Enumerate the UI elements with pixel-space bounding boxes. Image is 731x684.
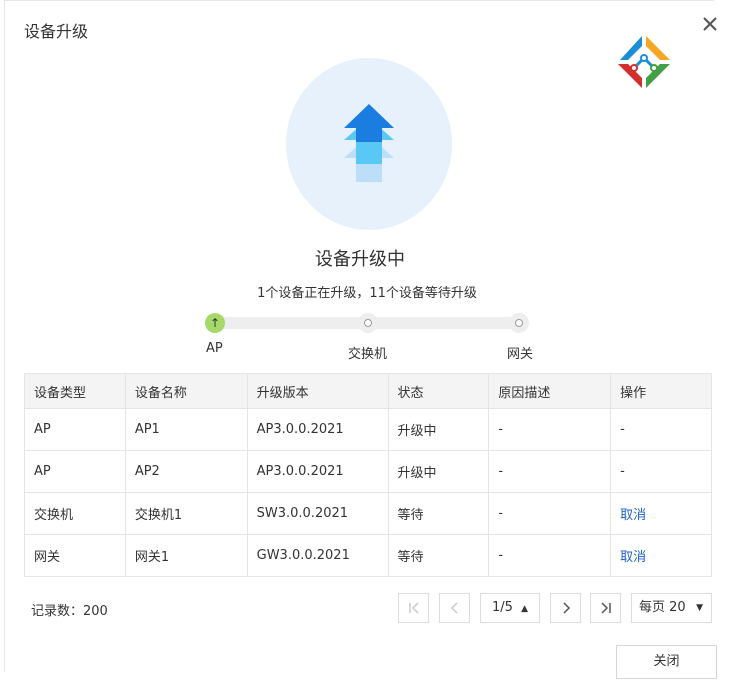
upgrade-dialog: 设备升级 设备升级中 1个设备正在升级，11个设备等待升级 ↑ AP 交换机 网… — [0, 0, 731, 684]
table-cell: - — [610, 408, 712, 451]
last-page-icon — [600, 602, 611, 614]
close-icon[interactable] — [700, 14, 720, 34]
table-cell: GW3.0.0.2021 — [246, 534, 389, 577]
table-row: 交换机 交换机1 SW3.0.0.2021 等待 - 取消 — [24, 492, 712, 535]
dialog-title: 设备升级 — [24, 22, 89, 41]
table-cell: SW3.0.0.2021 — [246, 492, 389, 535]
upgrade-status-title: 设备升级中 — [315, 249, 405, 270]
table-cell: 交换机 — [24, 492, 126, 535]
column-header: 原因描述 — [488, 373, 612, 409]
table-cell: 升级中 — [387, 450, 490, 493]
page-number: 1/5 — [492, 600, 513, 615]
brand-logo-icon — [612, 30, 676, 94]
cancel-link[interactable]: 取消 — [620, 508, 646, 523]
next-page-button[interactable] — [550, 593, 581, 623]
table-cell: - — [488, 534, 612, 577]
table-cell: AP3.0.0.2021 — [246, 408, 389, 451]
column-header: 升级版本 — [246, 373, 389, 409]
table-cell: AP2 — [124, 450, 248, 493]
table-cell: - — [488, 450, 612, 493]
table-cell: 等待 — [387, 492, 490, 535]
last-page-button[interactable] — [590, 593, 621, 623]
table-cell: - — [488, 492, 612, 535]
table-cell: 网关1 — [124, 534, 248, 577]
dialog-left-border — [4, 0, 5, 672]
table-cell: 网关 — [24, 534, 126, 577]
step-label-switch: 交换机 — [348, 347, 388, 362]
table-header-row: 设备类型 设备名称 升级版本 状态 原因描述 操作 — [24, 373, 712, 409]
table-cell: 等待 — [387, 534, 490, 577]
table-cell: AP — [24, 450, 126, 493]
table-cell: AP1 — [124, 408, 248, 451]
cancel-link[interactable]: 取消 — [620, 550, 646, 565]
table-cell: - — [488, 408, 612, 451]
step-gateway-dot — [509, 313, 529, 333]
step-label-ap: AP — [206, 341, 223, 356]
step-label-gateway: 网关 — [507, 347, 534, 362]
upgrade-hero-illustration — [286, 58, 452, 230]
table-cell: AP — [24, 408, 126, 451]
column-header: 设备名称 — [124, 373, 248, 409]
column-header: 设备类型 — [24, 373, 126, 409]
close-button[interactable]: 关闭 — [616, 645, 717, 679]
table-cell: AP3.0.0.2021 — [246, 450, 389, 493]
table-cell: 升级中 — [387, 408, 490, 451]
page-size-value: 每页 20 — [639, 600, 686, 615]
step-switch-dot — [358, 313, 378, 333]
table-cell: - — [610, 450, 712, 493]
table-row: AP AP2 AP3.0.0.2021 升级中 - - — [24, 450, 712, 493]
upgrade-arrow-icon — [344, 104, 394, 182]
table-row: AP AP1 AP3.0.0.2021 升级中 - - — [24, 408, 712, 451]
dialog-top-border — [4, 0, 714, 1]
page-size-select[interactable]: 每页 20 ▼ — [631, 593, 712, 623]
caret-up-icon: ▲ — [521, 604, 528, 614]
first-page-button[interactable] — [398, 593, 429, 623]
prev-page-button[interactable] — [439, 593, 470, 623]
device-table: 设备类型 设备名称 升级版本 状态 原因描述 操作 AP AP1 AP3.0.0… — [24, 373, 712, 577]
chevron-right-icon — [562, 602, 570, 614]
first-page-icon — [408, 602, 419, 614]
upgrade-status-summary: 1个设备正在升级，11个设备等待升级 — [257, 286, 477, 301]
chevron-left-icon — [450, 602, 458, 614]
record-count: 记录数：200 — [31, 604, 108, 619]
column-header: 操作 — [610, 373, 712, 409]
step-ap-dot: ↑ — [205, 313, 225, 333]
column-header: 状态 — [387, 373, 490, 409]
table-cell: 交换机1 — [124, 492, 248, 535]
caret-down-icon: ▼ — [696, 603, 703, 613]
page-indicator[interactable]: 1/5 ▲ — [480, 593, 540, 623]
up-arrow-icon: ↑ — [209, 316, 221, 330]
table-row: 网关 网关1 GW3.0.0.2021 等待 - 取消 — [24, 534, 712, 577]
